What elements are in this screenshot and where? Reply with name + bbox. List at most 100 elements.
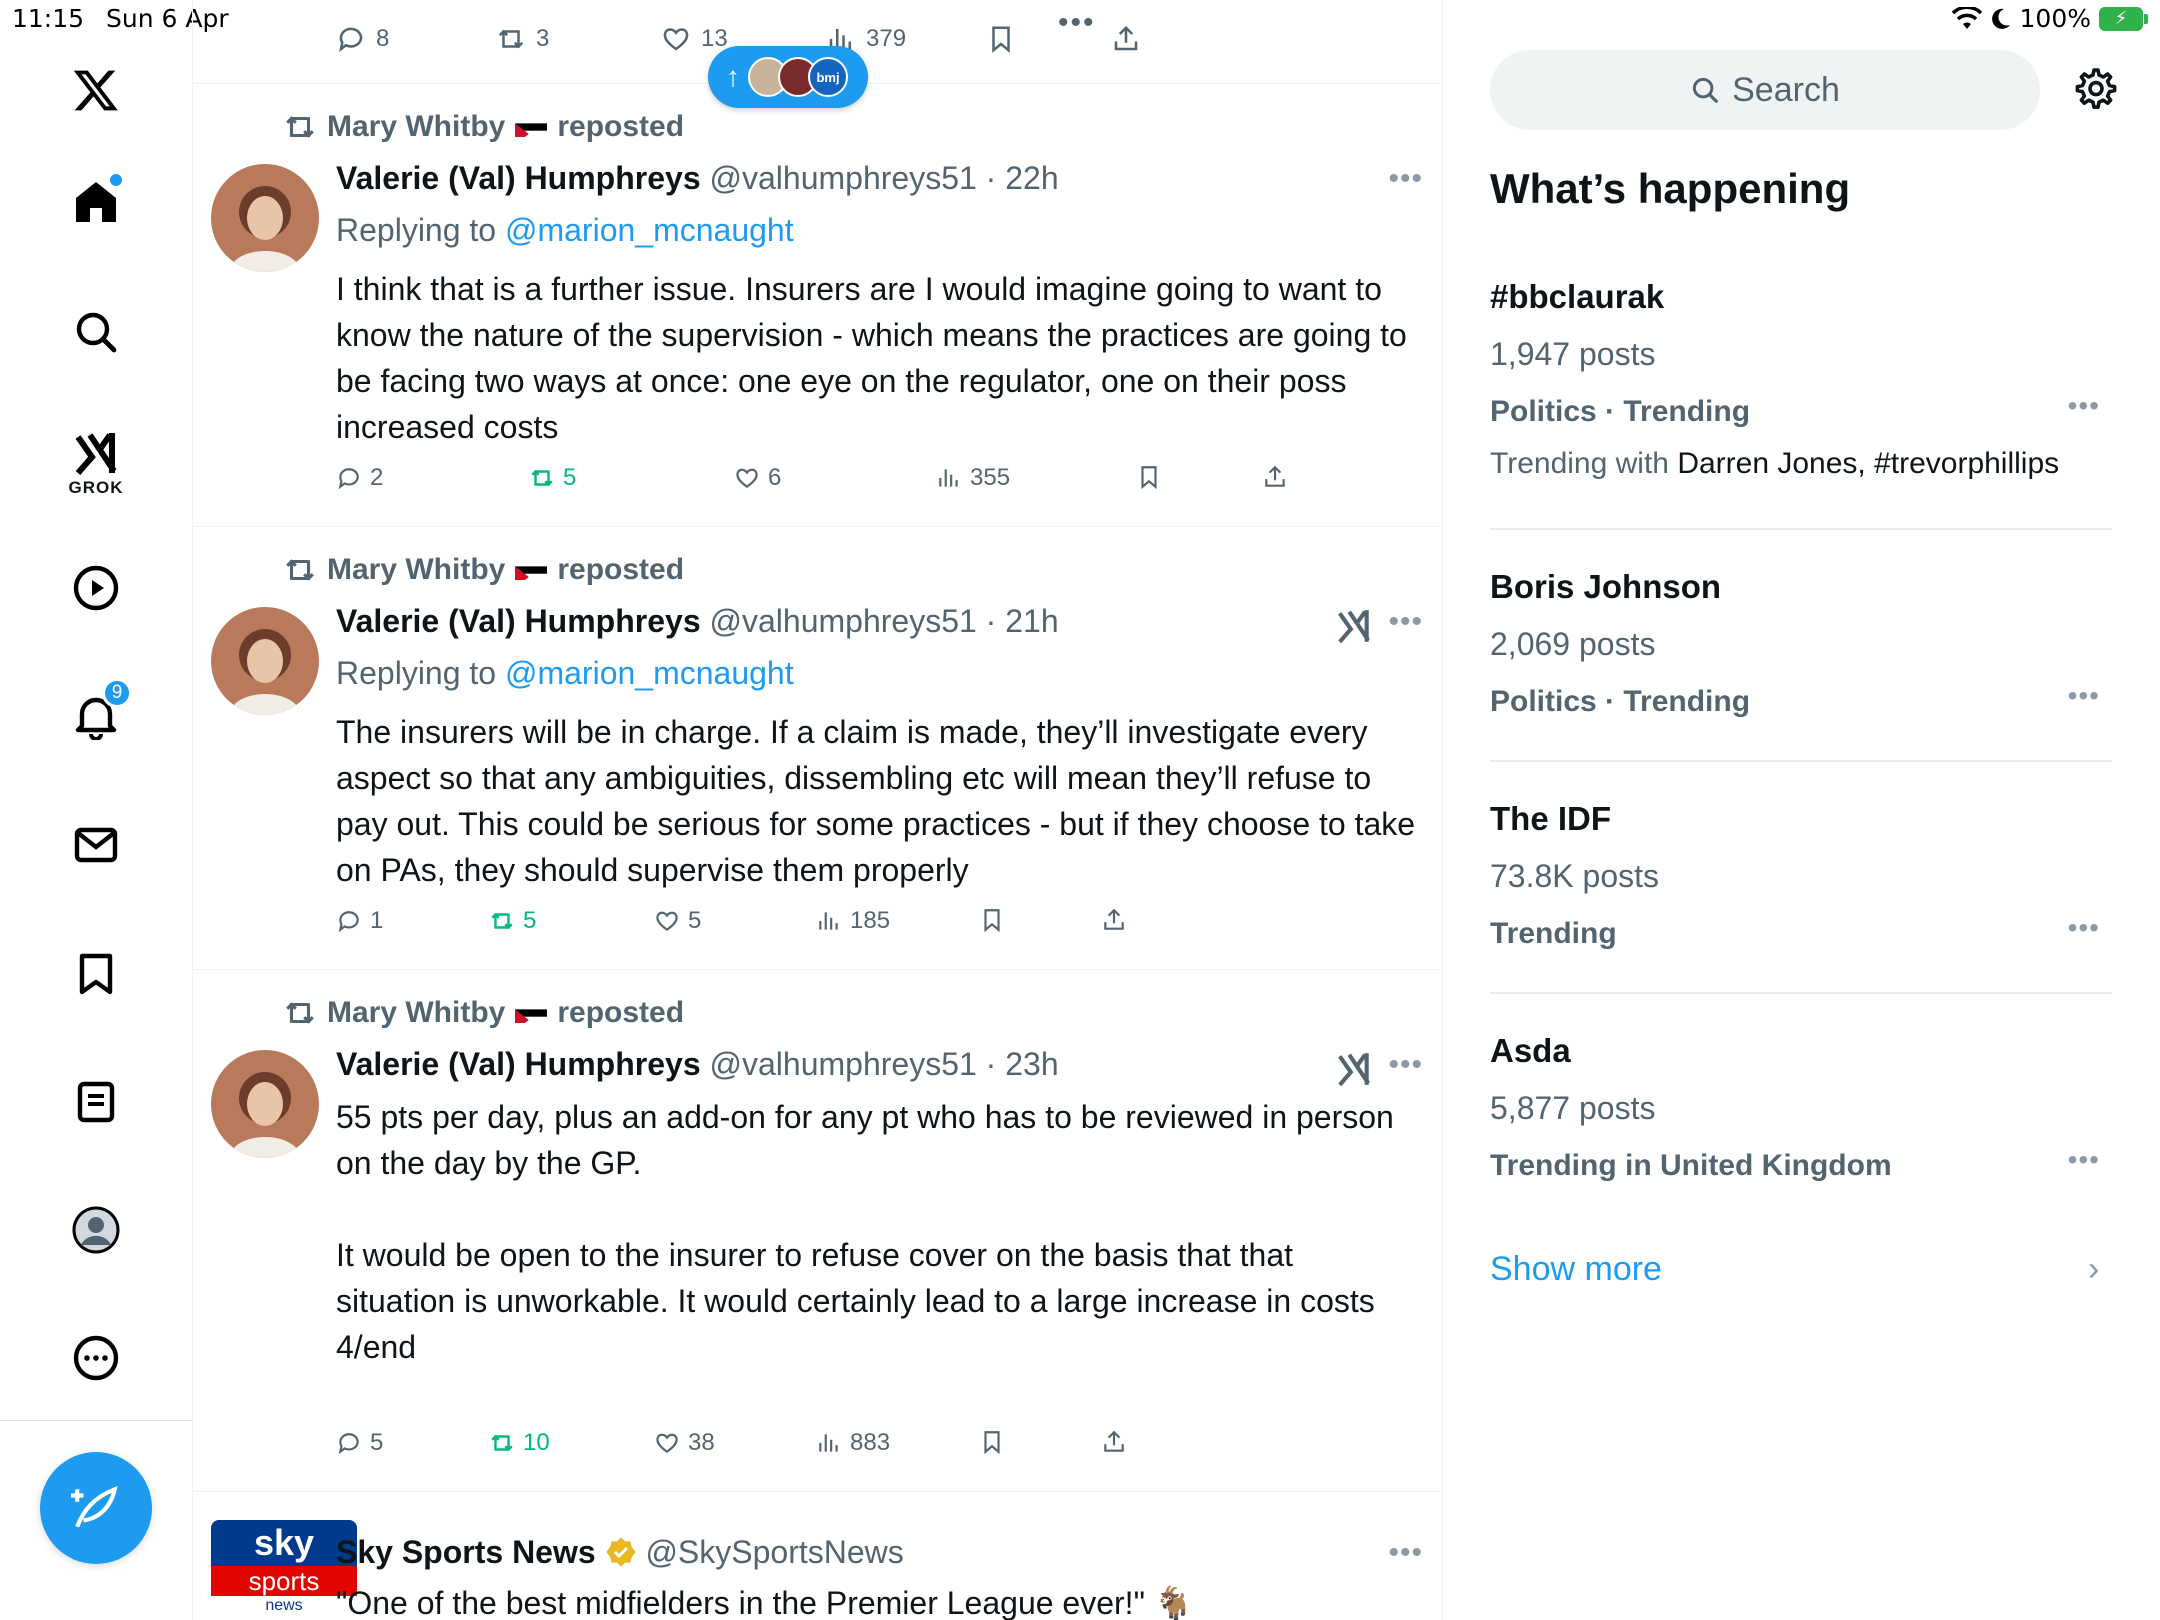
more-options-icon[interactable]: ••• <box>1388 605 1423 639</box>
tweet-4[interactable]: sky sports news Sky Sports News @SkySpor… <box>193 1492 1442 1620</box>
tweet-header: Valerie (Val) Humphreys @valhumphreys51 … <box>336 603 1059 640</box>
trend-category: Trending <box>1490 917 1617 950</box>
trend-posts: 2,069 posts <box>1490 626 1656 662</box>
bookmark-button[interactable] <box>1136 464 1162 490</box>
reply-button[interactable]: 8 <box>336 24 389 54</box>
reply-button[interactable]: 1 <box>336 907 383 935</box>
repost-button[interactable]: 10 <box>489 1429 550 1457</box>
more-icon[interactable] <box>66 1328 126 1388</box>
search-input[interactable]: Search <box>1490 50 2040 130</box>
trend-item[interactable]: Boris Johnson 2,069 posts Politics · Tre… <box>1490 568 2112 719</box>
trend-more-icon[interactable]: ••• <box>2068 680 2100 712</box>
author-handle[interactable]: @valhumphreys51 · 22h <box>710 160 1059 196</box>
chevron-right-icon[interactable]: › <box>2088 1250 2099 1289</box>
grok-icon[interactable] <box>66 423 126 483</box>
like-button[interactable]: 6 <box>734 464 781 492</box>
trend-divider <box>1490 992 2112 994</box>
author-name[interactable]: Valerie (Val) Humphreys <box>336 603 701 639</box>
tweet-actions: 1 5 5 185 <box>336 907 1416 947</box>
trend-with-prefix: Trending with <box>1490 447 1678 480</box>
trend-posts: 5,877 posts <box>1490 1090 1656 1126</box>
like-button[interactable]: 5 <box>654 907 701 935</box>
repost-button[interactable]: 5 <box>489 907 536 935</box>
like-count: 5 <box>688 907 702 934</box>
bookmark-icon <box>1141 466 1157 490</box>
repost-button[interactable]: 5 <box>529 464 576 492</box>
author-name[interactable]: Sky Sports News <box>336 1534 596 1570</box>
like-button[interactable]: 38 <box>654 1429 715 1457</box>
avatar[interactable] <box>211 1050 319 1158</box>
heart-icon <box>663 28 689 51</box>
messages-icon[interactable] <box>66 815 126 875</box>
settings-gear-icon[interactable] <box>2070 66 2118 114</box>
views-button[interactable]: 883 <box>816 1429 890 1457</box>
compose-post-button[interactable] <box>40 1452 152 1564</box>
trend-more-icon[interactable]: ••• <box>2068 912 2100 944</box>
author-name[interactable]: Valerie (Val) Humphreys <box>336 1046 701 1082</box>
trend-divider <box>1490 528 2112 530</box>
trend-item[interactable]: The IDF 73.8K posts Trending ••• <box>1490 800 2112 951</box>
views-button[interactable]: 355 <box>936 464 1010 492</box>
author-handle[interactable]: @SkySportsNews <box>645 1534 903 1570</box>
x-logo-icon[interactable] <box>66 60 126 120</box>
tweet-2[interactable]: Mary Whitby reposted Valerie (Val) Humph… <box>193 527 1442 970</box>
bookmark-button[interactable] <box>986 24 1016 54</box>
multitask-dots-icon[interactable]: ••• <box>1058 6 1096 40</box>
more-options-icon[interactable]: ••• <box>1388 1536 1423 1570</box>
notifications-icon[interactable]: 9 <box>66 678 132 746</box>
share-icon <box>1265 465 1285 487</box>
verified-badge-icon <box>605 1537 636 1567</box>
avatar[interactable] <box>211 164 319 272</box>
share-icon <box>1104 908 1124 930</box>
profile-avatar-icon[interactable] <box>66 1200 126 1260</box>
feather-plus-icon <box>71 1485 118 1528</box>
trend-more-icon[interactable]: ••• <box>2068 1144 2100 1176</box>
views-count: 379 <box>866 25 907 52</box>
bookmark-button[interactable] <box>979 907 1005 933</box>
reposter-name[interactable]: Mary Whitby <box>327 110 505 144</box>
tweet-1[interactable]: Mary Whitby reposted Valerie (Val) Humph… <box>193 84 1442 527</box>
search-nav-icon[interactable] <box>66 302 126 362</box>
grok-explain-icon[interactable] <box>1335 1050 1373 1088</box>
share-button[interactable] <box>1262 464 1288 490</box>
tweet-actions: 5 10 38 883 <box>336 1429 1416 1469</box>
reply-button[interactable]: 2 <box>336 464 383 492</box>
share-button[interactable] <box>1101 1429 1127 1455</box>
replying-to-link[interactable]: @marion_mcnaught <box>505 655 794 691</box>
views-button[interactable]: 185 <box>816 907 890 935</box>
bookmark-button[interactable] <box>979 1429 1005 1455</box>
repost-icon <box>498 29 524 49</box>
trend-item[interactable]: #bbclaurak 1,947 posts Politics · Trendi… <box>1490 278 2112 481</box>
author-name[interactable]: Valerie (Val) Humphreys <box>336 160 701 196</box>
replying-to: Replying to @marion_mcnaught <box>336 212 794 249</box>
author-handle[interactable]: @valhumphreys51 · 21h <box>710 603 1059 639</box>
more-options-icon[interactable]: ••• <box>1388 162 1423 196</box>
share-button[interactable] <box>1101 907 1127 933</box>
views-icon <box>939 469 958 487</box>
reposter-name[interactable]: Mary Whitby <box>327 996 505 1030</box>
replying-to-link[interactable]: @marion_mcnaught <box>505 212 794 248</box>
home-unread-dot <box>110 174 122 186</box>
author-handle[interactable]: @valhumphreys51 · 23h <box>710 1046 1059 1082</box>
more-options-icon[interactable]: ••• <box>1388 1048 1423 1082</box>
lists-icon[interactable] <box>66 1072 126 1132</box>
grok-explain-icon[interactable] <box>1335 607 1373 645</box>
trend-more-icon[interactable]: ••• <box>2068 390 2100 422</box>
search-placeholder: Search <box>1732 70 1840 109</box>
like-button[interactable]: 13 <box>661 24 728 54</box>
share-button[interactable] <box>1111 24 1141 54</box>
reply-button[interactable]: 5 <box>336 1429 383 1457</box>
repost-button[interactable]: 3 <box>496 24 549 54</box>
avatar[interactable] <box>211 607 319 715</box>
show-more-link[interactable]: Show more <box>1490 1250 1662 1289</box>
reposter-name[interactable]: Mary Whitby <box>327 553 505 587</box>
replying-prefix: Replying to <box>336 212 505 248</box>
trend-with-names[interactable]: Darren Jones, #trevorphillips <box>1677 447 2059 480</box>
reply-count: 1 <box>370 907 384 934</box>
bookmarks-icon[interactable] <box>66 944 126 1004</box>
tweet-3[interactable]: Mary Whitby reposted Valerie (Val) Humph… <box>193 970 1442 1492</box>
video-icon[interactable] <box>66 558 126 618</box>
home-icon[interactable] <box>66 172 126 232</box>
trend-item[interactable]: Asda 5,877 posts Trending in United King… <box>1490 1032 2112 1183</box>
trend-category: Politics · Trending <box>1490 685 1751 718</box>
